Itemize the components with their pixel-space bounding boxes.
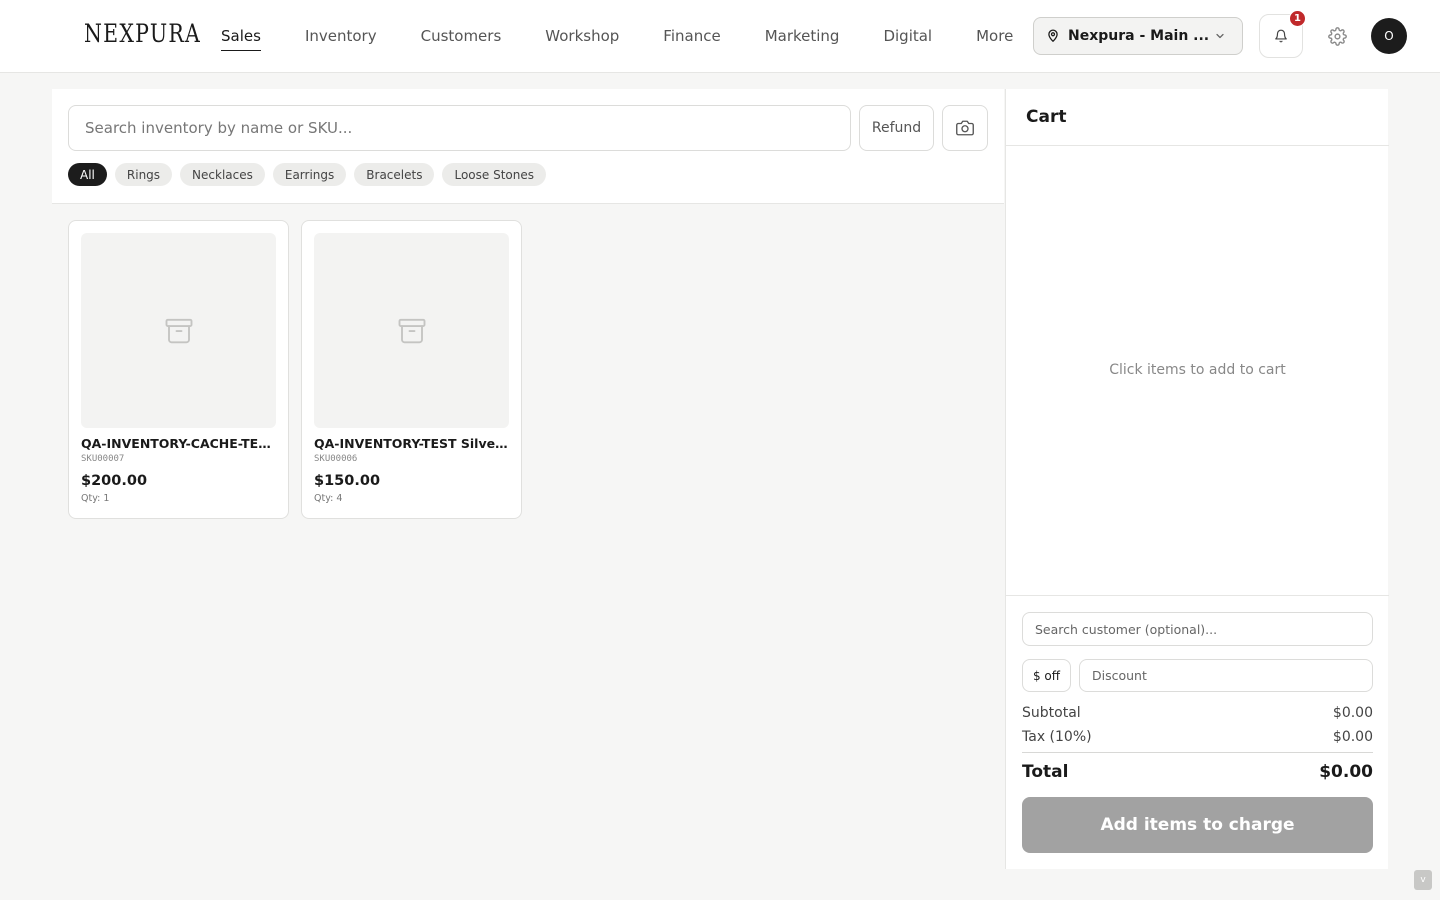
charge-button[interactable]: Add items to charge <box>1022 797 1373 853</box>
inventory-search-input[interactable] <box>68 105 851 151</box>
nav-item-sales[interactable]: Sales <box>221 26 261 51</box>
nav-item-digital[interactable]: Digital <box>883 26 932 46</box>
nav-item-customers[interactable]: Customers <box>421 26 502 46</box>
notification-badge: 1 <box>1289 10 1306 27</box>
brand-logo[interactable]: NEXPURA <box>84 19 201 48</box>
cart-panel: Cart Click items to add to cart $ off Su… <box>1005 89 1389 869</box>
product-card[interactable]: QA-INVENTORY-TEST Silver... SKU00006 $15… <box>301 220 522 519</box>
subtotal-label: Subtotal <box>1022 705 1081 721</box>
category-chip-rings[interactable]: Rings <box>114 163 173 186</box>
divider <box>1006 595 1389 596</box>
category-filters: All Rings Necklaces Earrings Bracelets L… <box>68 163 546 186</box>
product-price: $200.00 <box>81 473 148 489</box>
gear-icon <box>1327 26 1347 46</box>
total-label: Total <box>1022 762 1069 782</box>
category-chip-all[interactable]: All <box>68 163 107 186</box>
product-name: QA-INVENTORY-CACHE-TES... <box>81 436 278 451</box>
product-image-placeholder <box>314 233 509 428</box>
map-pin-icon <box>1048 29 1058 42</box>
corner-toggle-button[interactable]: v <box>1414 870 1432 890</box>
product-qty: Qty: 1 <box>81 493 110 504</box>
bell-icon <box>1275 29 1287 43</box>
divider <box>1006 145 1389 146</box>
product-sku: SKU00006 <box>314 454 358 464</box>
product-sku: SKU00007 <box>81 454 125 464</box>
tax-label: Tax (10%) <box>1022 729 1092 745</box>
tax-row: Tax (10%) $0.00 <box>1022 729 1373 745</box>
nav-item-finance[interactable]: Finance <box>663 26 720 46</box>
product-image-placeholder <box>81 233 276 428</box>
camera-scan-button[interactable] <box>942 105 988 151</box>
top-bar: NEXPURA Sales Inventory Customers Worksh… <box>0 0 1440 73</box>
main-nav: Sales Inventory Customers Workshop Finan… <box>221 0 1013 72</box>
cart-title: Cart <box>1026 107 1067 127</box>
cart-empty-message: Click items to add to cart <box>1109 362 1286 378</box>
category-chip-necklaces[interactable]: Necklaces <box>180 163 265 186</box>
product-price: $150.00 <box>314 473 381 489</box>
location-label: Nexpura - Main ... <box>1068 28 1210 44</box>
product-qty: Qty: 4 <box>314 493 343 504</box>
settings-button[interactable] <box>1325 24 1349 48</box>
nav-item-marketing[interactable]: Marketing <box>765 26 840 46</box>
product-card[interactable]: QA-INVENTORY-CACHE-TES... SKU00007 $200.… <box>68 220 289 519</box>
product-name: QA-INVENTORY-TEST Silver... <box>314 436 511 451</box>
total-row: Total $0.00 <box>1022 762 1373 782</box>
discount-input[interactable] <box>1079 659 1373 692</box>
inventory-toolbar: Refund All Rings Necklaces Earrings Brac… <box>52 89 1004 204</box>
total-value: $0.00 <box>1319 762 1373 782</box>
nav-item-more[interactable]: More <box>976 26 1013 46</box>
tax-value: $0.00 <box>1332 729 1373 745</box>
category-chip-earrings[interactable]: Earrings <box>272 163 347 186</box>
chevron-down-icon <box>1216 33 1224 39</box>
archive-box-icon <box>398 318 425 343</box>
subtotal-row: Subtotal $0.00 <box>1022 705 1373 721</box>
nav-item-workshop[interactable]: Workshop <box>545 26 619 46</box>
location-selector[interactable]: Nexpura - Main ... <box>1033 17 1243 55</box>
refund-button[interactable]: Refund <box>859 105 934 151</box>
archive-box-icon <box>165 318 192 343</box>
category-chip-loose-stones[interactable]: Loose Stones <box>442 163 546 186</box>
customer-search-input[interactable] <box>1022 612 1373 646</box>
subtotal-value: $0.00 <box>1332 705 1373 721</box>
divider <box>1022 752 1373 753</box>
camera-icon <box>956 120 974 136</box>
category-chip-bracelets[interactable]: Bracelets <box>354 163 435 186</box>
discount-type-toggle[interactable]: $ off <box>1022 659 1071 692</box>
user-avatar[interactable]: O <box>1371 18 1407 54</box>
nav-item-inventory[interactable]: Inventory <box>305 26 377 46</box>
